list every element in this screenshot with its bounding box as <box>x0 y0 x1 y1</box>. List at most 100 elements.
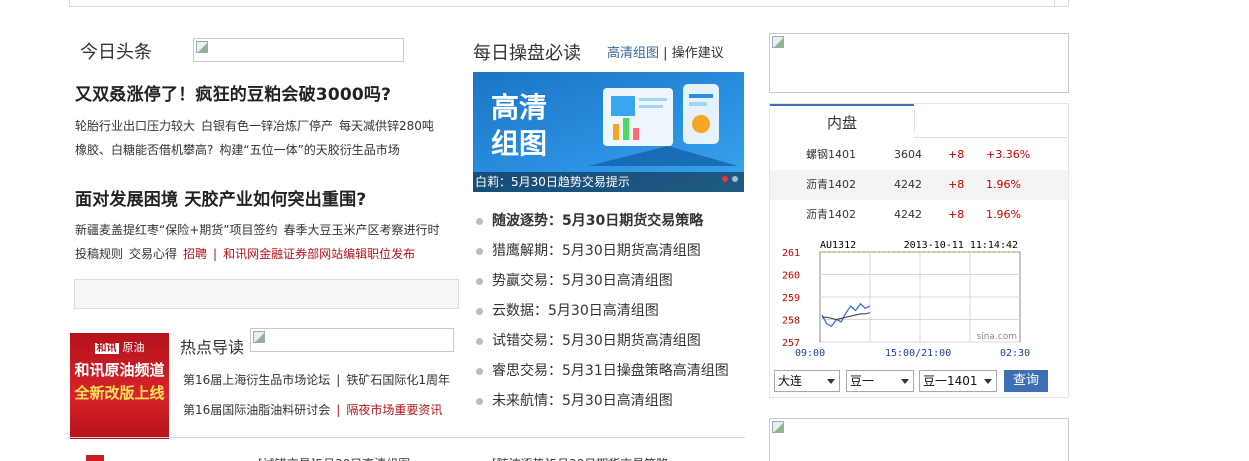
news-link[interactable]: 每天减供锌280吨 <box>339 119 434 133</box>
quote-panel: 内盘 螺钢1401 3604 +8 +3.36% 沥青1402 4242 +8 1.96% … <box>769 103 1069 398</box>
quote-price: 4242 <box>894 208 922 221</box>
headline-link[interactable]: 又双叒涨停了！疯狂的豆粕会破3000吗? <box>75 80 391 105</box>
separator: | <box>213 247 218 261</box>
hot-row: 第16届上海衍生品市场论坛 | 铁矿石国际化1周年 <box>183 371 456 388</box>
broken-image-icon <box>253 331 265 343</box>
bullet-icon <box>476 217 483 225</box>
section-title-headlines: 今日头条 <box>80 42 152 63</box>
chevron-down-icon <box>984 379 992 384</box>
quote-row[interactable]: 沥青1402 4242 +8 1.96% <box>770 170 1068 200</box>
advice-link[interactable]: 操作建议 <box>672 46 724 61</box>
recruit-link[interactable]: 招聘 <box>183 247 207 261</box>
x-tick-label: 09:00 <box>795 348 825 359</box>
separator: | <box>663 46 668 61</box>
quote-pct: 1.96% <box>986 178 1021 191</box>
broken-image-icon <box>196 41 208 53</box>
bullet-icon <box>476 247 483 255</box>
list-item[interactable]: 势赢交易：5月30日高清组图 <box>476 266 746 296</box>
query-button[interactable]: 查询 <box>1004 370 1048 392</box>
cut-off-link[interactable]: [随波逐势]5月30日期货交易策略 <box>492 455 668 461</box>
strategy-list: 随波逐势：5月30日期货交易策略 猎鹰解期：5月30日期货高清组图 势赢交易：5… <box>476 206 746 416</box>
oil-channel-banner[interactable]: 和讯 原油 和讯原油频道 全新改版上线 <box>70 333 169 439</box>
list-item[interactable]: 未来航情：5月30日高清组图 <box>476 386 746 416</box>
bullet-icon <box>476 367 483 375</box>
tab-domestic[interactable]: 内盘 <box>770 104 914 138</box>
bullet-icon <box>476 307 483 315</box>
variety-select[interactable]: 豆一 <box>846 370 914 392</box>
news-row: 橡胶、白糖能否借机攀高? 构建“五位一体”的天胶衍生品市场 <box>75 141 406 158</box>
y-tick-label: 258 <box>782 316 800 327</box>
news-link[interactable]: 橡胶、白糖能否借机攀高? <box>75 143 213 157</box>
list-item[interactable]: 睿思交易：5月31日操盘策略高清组图 <box>476 356 746 386</box>
chevron-down-icon <box>827 379 835 384</box>
banner-brand-text: 原油 <box>122 341 145 354</box>
quote-row[interactable]: 螺钢1401 3604 +8 +3.36% <box>770 140 1068 170</box>
news-link[interactable]: 白银有色一锌冶炼厂停产 <box>201 119 333 133</box>
banner-line: 全新改版上线 <box>74 384 165 402</box>
quote-change: +8 <box>948 208 965 221</box>
slide-dot[interactable] <box>732 176 738 182</box>
separator: | <box>336 403 341 417</box>
chart-timestamp: 2013-10-11 11:14:42 <box>904 240 1018 251</box>
hero-slideshow[interactable]: 高清 组图 白莉：5月30日趋势交易提示 <box>473 72 744 192</box>
hero-caption[interactable]: 白莉：5月30日趋势交易提示 <box>473 172 744 192</box>
bullet-icon <box>476 337 483 345</box>
chart-watermark: sina.com <box>977 332 1018 342</box>
hot-link[interactable]: 第16届上海衍生品市场论坛 <box>183 373 330 387</box>
x-tick-label: 02:30 <box>1000 348 1030 359</box>
quote-name: 沥青1402 <box>806 208 856 221</box>
recruit-link[interactable]: 和讯网金融证券部网站编辑职位发布 <box>223 247 415 261</box>
intraday-chart: 261 260 259 258 257 AU1312 2013-10-11 11:14:42… <box>770 234 1068 366</box>
exchange-select[interactable]: 大连 <box>774 370 840 392</box>
slide-indicators <box>718 167 738 186</box>
news-link[interactable]: 春季大豆玉米产区考察进行时 <box>284 223 440 237</box>
divider <box>68 437 745 438</box>
ad-image-placeholder[interactable] <box>250 328 454 352</box>
chevron-down-icon <box>901 379 909 384</box>
y-tick-label: 259 <box>782 293 800 304</box>
news-link[interactable]: 轮胎行业出口压力较大 <box>75 119 195 133</box>
list-item[interactable]: 试错交易：5月30日期货高清组图 <box>476 326 746 356</box>
banner-brand: 和讯 原油 <box>70 339 169 355</box>
section-links: 高清组图 | 操作建议 <box>607 42 724 61</box>
quote-tabs: 内盘 <box>770 104 1068 138</box>
section-title-daily: 每日操盘必读 <box>473 43 581 64</box>
news-row: 投稿规则 交易心得 招聘 | 和讯网金融证券部网站编辑职位发布 <box>75 245 421 262</box>
hero-title: 高清 组图 <box>491 91 548 160</box>
chart-svg: 261260259258257AU1312 2013-10-11 11:14:42… <box>782 240 1030 359</box>
hot-row: 第16届国际油脂油料研讨会 | 隔夜市场重要资讯 <box>183 401 448 418</box>
ad-image-placeholder[interactable] <box>769 418 1069 461</box>
news-row: 轮胎行业出口压力较大 白银有色一锌冶炼厂停产 每天减供锌280吨 <box>75 117 440 134</box>
banner-line: 和讯原油频道 <box>74 361 165 379</box>
bullet-icon <box>476 397 483 405</box>
quote-price: 3604 <box>894 148 922 161</box>
list-item[interactable]: 随波逐势：5月30日期货交易策略 <box>476 206 746 236</box>
quote-pct: 1.96% <box>986 208 1021 221</box>
separator: | <box>336 373 341 387</box>
hot-link[interactable]: 铁矿石国际化1周年 <box>346 373 450 387</box>
hot-link[interactable]: 第16届国际油脂油料研讨会 <box>183 403 330 417</box>
news-link[interactable]: 构建“五位一体”的天胶衍生品市场 <box>219 143 399 157</box>
quote-row[interactable]: 沥青1402 4242 +8 1.96% <box>770 200 1068 230</box>
list-item[interactable]: 云数据：5月30日高清组图 <box>476 296 746 326</box>
hot-link-red[interactable]: 隔夜市场重要资讯 <box>346 403 442 417</box>
ad-image-placeholder[interactable] <box>769 33 1069 93</box>
headline-link[interactable]: 面对发展困境 天胶产业如何突出重围? <box>75 185 366 210</box>
cut-off-link[interactable]: [试错交易]5月30日高清组图 <box>258 455 410 461</box>
news-link[interactable]: 交易心得 <box>129 247 177 261</box>
list-item[interactable]: 猎鹰解期：5月30日期货高清组图 <box>476 236 746 266</box>
news-link[interactable]: 新疆麦盖提红枣“保险+期货”项目签约 <box>75 223 278 237</box>
hexun-logo: 和讯 <box>94 343 119 354</box>
news-row: 新疆麦盖提红枣“保险+期货”项目签约 春季大豆玉米产区考察进行时 <box>75 221 446 238</box>
slide-dot[interactable] <box>722 176 728 182</box>
tab-divider <box>914 110 915 132</box>
quote-change: +8 <box>948 178 965 191</box>
ad-image-placeholder[interactable] <box>193 38 404 62</box>
quote-form: 大连 豆一 豆一1401 查询 <box>774 370 1064 394</box>
broken-image-icon <box>772 36 784 48</box>
news-link[interactable]: 投稿规则 <box>75 247 123 261</box>
chart-title: AU1312 <box>820 240 856 251</box>
contract-select[interactable]: 豆一1401 <box>919 370 997 392</box>
hd-gallery-link[interactable]: 高清组图 <box>607 46 659 61</box>
quote-pct: +3.36% <box>986 148 1031 161</box>
